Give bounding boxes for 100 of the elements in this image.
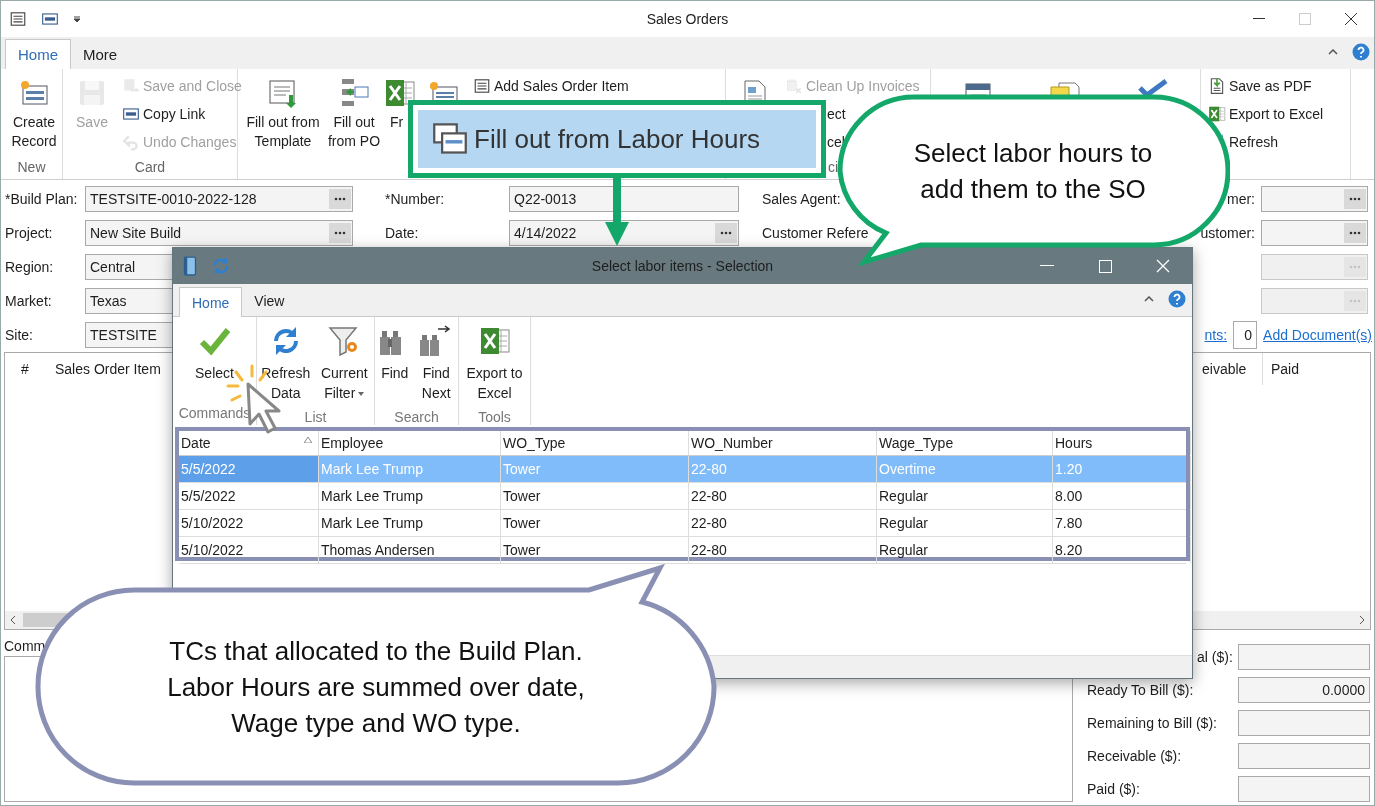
text-field[interactable]: 0.0000 — [1238, 676, 1370, 703]
field-label: Remaining to Bill ($): — [1087, 714, 1217, 731]
help-icon[interactable] — [1352, 43, 1370, 61]
ellipsis-icon — [334, 231, 346, 235]
table-row[interactable]: 5/10/2022 Mark Lee Trump Tower 22-80 Regular 7.80 — [179, 510, 1186, 537]
field-label: Customer Refere — [762, 225, 869, 241]
field-label: Market: — [5, 293, 53, 309]
collapse-icon[interactable] — [1328, 49, 1338, 55]
help-icon[interactable] — [1168, 290, 1186, 308]
ribbon-button[interactable]: Find Next — [417, 321, 456, 407]
ribbon-button[interactable]: Fill out from Template — [241, 73, 325, 155]
ribbon-button[interactable]: Refresh Data — [257, 321, 314, 407]
greencheck-icon — [198, 325, 231, 357]
ribbon-button[interactable]: Export to Excel — [460, 321, 529, 407]
text-field[interactable] — [1238, 742, 1370, 769]
field-label: Comm — [3, 638, 46, 654]
table-cell: 7.80 — [1053, 510, 1191, 536]
ribbon-button[interactable]: Create Record — [4, 73, 64, 155]
sort-icon — [304, 437, 312, 443]
table-cell: Mark Lee Trump — [319, 510, 501, 536]
table-cell: Regular — [877, 483, 1053, 509]
field-label: *Number: — [384, 191, 446, 207]
ellipsis-icon — [334, 197, 346, 201]
text-field[interactable]: Q22-0013 — [509, 186, 739, 212]
table-cell: Regular — [877, 537, 1053, 563]
ribbon-tab[interactable]: More — [71, 39, 130, 69]
ribbon-button[interactable]: Current Filter — [315, 321, 374, 407]
group-label: ci — [828, 159, 839, 175]
table-cell: Regular — [877, 510, 1053, 536]
group-label: New — [17, 159, 46, 175]
caret-icon — [358, 392, 365, 397]
field-label: Date: — [384, 225, 420, 241]
text-field[interactable] — [1261, 186, 1368, 212]
ellipsis-icon — [720, 231, 732, 235]
group-label: Tools — [477, 408, 512, 427]
field-label: al ($): — [1197, 648, 1233, 665]
close-icon — [1156, 259, 1170, 273]
table-cell: 22-80 — [689, 483, 877, 509]
browse-button[interactable] — [329, 223, 351, 243]
collapse-icon[interactable] — [1144, 296, 1154, 302]
group-label: Search — [393, 408, 440, 427]
refresh-icon — [211, 256, 231, 276]
text-field[interactable] — [1238, 709, 1370, 736]
column-header[interactable]: Wage_Type — [877, 431, 1053, 455]
column-header[interactable]: WO_Type — [501, 431, 689, 455]
table-row[interactable]: 5/10/2022 Thomas Andersen Tower 22-80 Regular 8.20 — [179, 537, 1186, 564]
text-field[interactable] — [1238, 643, 1370, 670]
field-label: Project: — [5, 225, 54, 241]
template-icon — [267, 77, 299, 109]
close-icon — [1344, 12, 1358, 26]
browse-button[interactable] — [329, 189, 351, 209]
field-label: Receivable ($): — [1087, 747, 1182, 764]
ribbon-tab[interactable]: Home — [5, 39, 71, 69]
ribbon-tab[interactable]: Home — [179, 287, 243, 317]
column-header[interactable]: Hours — [1053, 431, 1191, 455]
table-cell: 8.00 — [1053, 483, 1191, 509]
table-cell: Mark Lee Trump — [319, 456, 501, 482]
table-row[interactable]: 5/5/2022 Mark Lee Trump Tower 22-80 Regular 8.00 — [179, 483, 1186, 510]
table-cell: Tower — [501, 483, 689, 509]
column-header[interactable]: WO_Number — [689, 431, 877, 455]
excel-icon — [1208, 105, 1226, 123]
browse-button[interactable] — [715, 223, 737, 243]
minimize-icon — [1253, 18, 1265, 20]
browse-button[interactable] — [1344, 189, 1366, 209]
ellipsis-icon — [1349, 231, 1361, 235]
check-icon — [1137, 79, 1170, 97]
field-label: mer: — [1227, 191, 1255, 207]
text-field[interactable]: 4/14/2022 — [509, 220, 739, 246]
documents-link[interactable]: nts: — [1204, 327, 1228, 343]
add-documents-link[interactable]: Add Document(s) — [1263, 327, 1372, 343]
ribbon-button[interactable]: Select — [189, 321, 240, 403]
form-icon — [9, 10, 27, 28]
browse-button[interactable] — [1344, 223, 1366, 243]
field-label: ustomer: — [1200, 225, 1255, 241]
ribbon-button[interactable]: Save as PDF — [1208, 73, 1312, 99]
callout-text: Select labor hours to add them to the SO — [913, 137, 1153, 206]
column-header[interactable]: Employee — [319, 431, 501, 455]
column-header: Sales Order Item — [55, 361, 161, 377]
table-cell: Overtime — [877, 456, 1053, 482]
field-label: Site: — [5, 327, 34, 343]
text-field[interactable] — [1261, 254, 1368, 280]
table-cell: 1.20 — [1053, 456, 1191, 482]
ribbon-button[interactable]: Add Sales Order Item — [473, 73, 629, 99]
ribbon-button[interactable]: Find — [377, 321, 412, 407]
ribbon-tab[interactable]: View — [242, 286, 297, 316]
ribbon-button[interactable]: Fill out from PO — [325, 73, 383, 155]
text-field[interactable]: TESTSITE-0010-2022-128 — [85, 186, 353, 212]
scroll-right-icon[interactable] — [1358, 615, 1366, 625]
scroll-left-icon[interactable] — [9, 615, 17, 625]
dropdown-icon[interactable] — [73, 16, 81, 22]
minimize-icon — [1040, 265, 1054, 267]
link-icon — [41, 10, 59, 28]
ellipsis-icon — [1349, 265, 1361, 269]
field-label: Sales Agent: — [762, 191, 841, 207]
text-field[interactable] — [1261, 220, 1368, 246]
text-field[interactable]: New Site Build — [85, 220, 353, 246]
ribbon-button[interactable]: Copy Link — [122, 101, 206, 127]
text-field[interactable] — [1238, 775, 1370, 802]
text-field[interactable] — [1261, 288, 1368, 314]
fill-out-button[interactable]: Fill out from Labor Hours — [418, 110, 816, 168]
